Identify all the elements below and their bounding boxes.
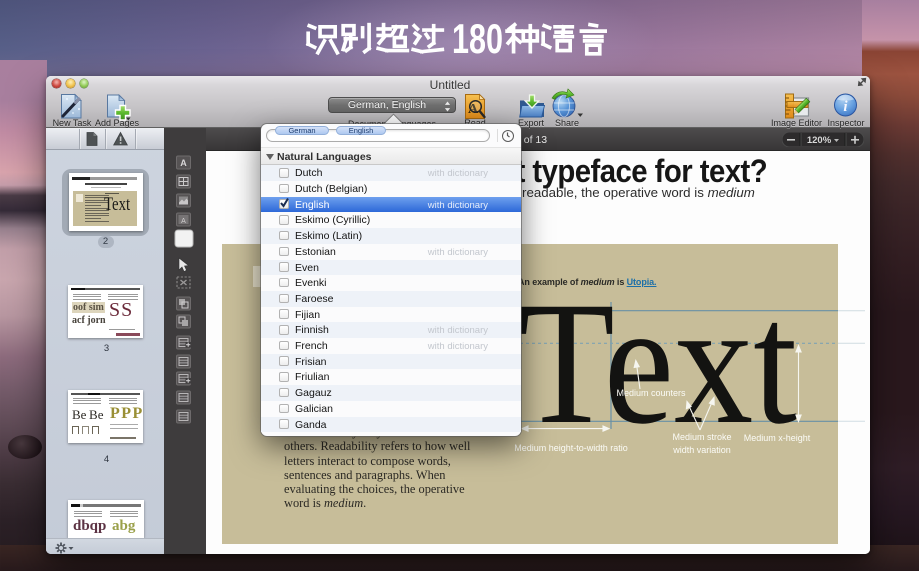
- svg-text:180: 180: [452, 18, 503, 56]
